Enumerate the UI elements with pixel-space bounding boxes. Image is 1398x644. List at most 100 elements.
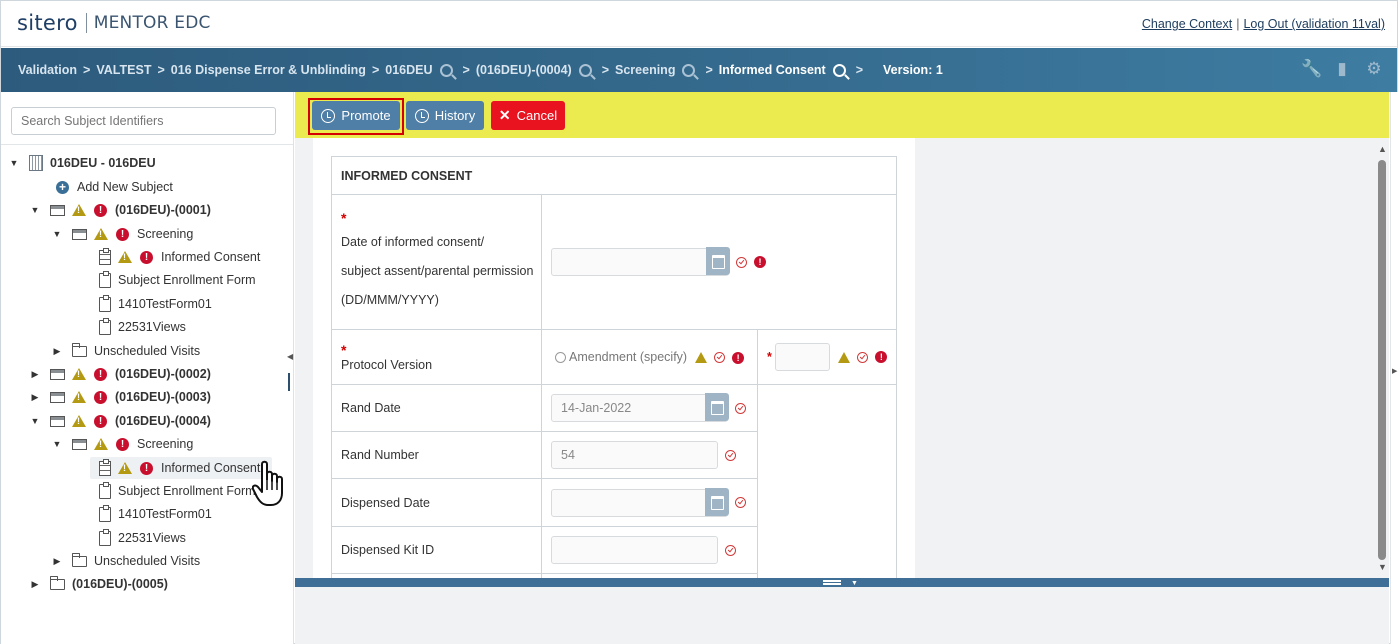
verify-check-icon[interactable] (736, 256, 747, 268)
form-label: 22531Views (118, 320, 186, 334)
wrench-icon[interactable]: 🔧 (1301, 60, 1322, 78)
dispensed-date-input[interactable] (551, 488, 728, 517)
warning-icon[interactable] (838, 351, 851, 363)
tree-subject-0003[interactable]: ▶ ! (016DEU)-(0003) (30, 386, 211, 408)
book-icon[interactable]: ▮ (1333, 60, 1351, 78)
tree-subject-0004[interactable]: ▼ ! (016DEU)-(0004) (30, 410, 211, 432)
tree-root[interactable]: ▼ 016DEU - 016DEU (9, 152, 156, 174)
breadcrumb-separator: > (371, 63, 380, 77)
verify-check-icon[interactable] (725, 544, 736, 556)
expand-arrow-icon[interactable]: ▶ (52, 346, 62, 357)
top-header: sitero MENTOR EDC Change Context | Log Out… (1, 1, 1397, 47)
subject-icon (50, 415, 65, 427)
expand-arrow-icon[interactable]: ▶ (30, 392, 40, 403)
history-button[interactable]: History (406, 101, 484, 130)
breadcrumb-subject[interactable]: (016DEU)-(0004) (476, 63, 572, 77)
tree-form-informed-consent-selected[interactable]: ! Informed Consent (90, 457, 272, 479)
verify-check-icon[interactable] (725, 449, 736, 461)
tree-visit-screening[interactable]: ▼ ! Screening (52, 433, 194, 455)
breadcrumb-site[interactable]: 016DEU (385, 63, 432, 77)
consent-date-input[interactable] (551, 248, 729, 276)
form-toolbar: Promote History ✕ Cancel (295, 92, 1389, 138)
warning-icon (72, 368, 86, 380)
cancel-button[interactable]: ✕ Cancel (491, 101, 565, 130)
right-panel-edge[interactable]: ▶ (1390, 92, 1398, 644)
search-icon[interactable] (682, 63, 696, 77)
expand-arrow-icon[interactable]: ▶ (30, 369, 40, 380)
tree-form-1410[interactable]: 1410TestForm01 (99, 503, 212, 525)
breadcrumb-visit[interactable]: Screening (615, 63, 675, 77)
calendar-icon[interactable] (705, 393, 729, 421)
add-subject-link[interactable]: + Add New Subject (56, 176, 173, 198)
collapse-arrow-icon[interactable]: ▼ (30, 205, 40, 215)
verify-check-icon[interactable] (735, 402, 746, 414)
building-icon (29, 155, 43, 171)
rand-number-input[interactable]: 54 (551, 441, 718, 469)
tree-subject-0002[interactable]: ▶ ! (016DEU)-(0002) (30, 363, 211, 385)
grip-icon[interactable] (823, 580, 841, 582)
collapse-arrow-icon[interactable]: ▼ (9, 158, 19, 168)
error-icon[interactable]: ! (732, 351, 745, 364)
horizontal-splitter[interactable]: ▼ (295, 578, 1389, 587)
subject-label: (016DEU)-(0002) (115, 367, 211, 381)
form-icon (99, 458, 111, 476)
breadcrumb-study[interactable]: 016 Dispense Error & Unblinding (171, 63, 366, 77)
vertical-scrollbar[interactable]: ▲ ▼ (1376, 138, 1389, 578)
breadcrumb-separator: > (462, 63, 470, 77)
scroll-up-icon[interactable]: ▲ (1378, 144, 1387, 154)
error-icon[interactable]: ! (875, 351, 888, 363)
chevron-down-icon[interactable]: ▼ (851, 580, 858, 587)
search-icon[interactable] (578, 63, 592, 77)
version-label: Version: 1 (883, 63, 943, 77)
calendar-icon[interactable] (706, 247, 730, 275)
verify-check-icon[interactable] (857, 351, 869, 363)
collapse-arrow-icon[interactable]: ▼ (52, 229, 62, 239)
warning-icon[interactable] (695, 352, 708, 364)
tree-visit-screening[interactable]: ▼ ! Screening (52, 223, 194, 245)
scroll-down-icon[interactable]: ▼ (1378, 562, 1387, 572)
expand-right-icon[interactable]: ▶ (1392, 367, 1397, 375)
breadcrumb-valtest[interactable]: VALTEST (96, 63, 151, 77)
expand-arrow-icon[interactable]: ▶ (30, 579, 40, 590)
tree-form-enrollment[interactable]: Subject Enrollment Form (99, 269, 256, 291)
tree-form-22531[interactable]: 22531Views (99, 527, 186, 549)
collapse-arrow-icon[interactable]: ▼ (30, 416, 40, 426)
scroll-thumb[interactable] (1378, 160, 1386, 560)
collapse-arrow-icon[interactable]: ▼ (52, 439, 62, 449)
splitter-handle[interactable] (288, 373, 290, 391)
rand-date-input[interactable]: 14-Jan-2022 (551, 394, 728, 422)
tree-form-22531[interactable]: 22531Views (99, 316, 186, 338)
error-icon[interactable]: ! (754, 256, 766, 268)
amendment-radio[interactable] (555, 352, 566, 364)
tree-unscheduled-visits[interactable]: ▶ Unscheduled Visits (52, 340, 200, 362)
logout-link[interactable]: Log Out (validation 11val) (1243, 17, 1385, 31)
form-title: INFORMED CONSENT (331, 156, 897, 195)
amendment-specify-input[interactable] (775, 343, 831, 371)
tree-unscheduled-visits[interactable]: ▶ Unscheduled Visits (52, 550, 200, 572)
tree-subject-0001[interactable]: ▼ ! (016DEU)-(0001) (30, 199, 211, 221)
rand-number-label: Rand Number (331, 431, 542, 479)
breadcrumb-bar: Validation > VALTEST > 016 Dispense Erro… (1, 48, 1397, 92)
search-icon[interactable] (832, 63, 846, 77)
clipboard-icon (99, 317, 111, 335)
breadcrumb-validation[interactable]: Validation (18, 63, 77, 77)
tree-subject-0005[interactable]: ▶ (016DEU)-(0005) (30, 573, 168, 595)
calendar-icon[interactable] (705, 487, 729, 516)
subject-label: (016DEU)-(0005) (72, 577, 168, 591)
tree-form-enrollment[interactable]: Subject Enrollment Form (99, 480, 256, 502)
collapse-sidebar-icon[interactable]: ◀ (287, 352, 293, 361)
expand-arrow-icon[interactable]: ▶ (52, 556, 62, 567)
change-context-link[interactable]: Change Context (1142, 17, 1232, 31)
label-line: (DD/MMM/YYYY) (341, 292, 439, 307)
verify-check-icon[interactable] (714, 352, 726, 364)
search-subject-input[interactable] (11, 107, 276, 135)
tree-form-informed-consent[interactable]: ! Informed Consent (99, 246, 260, 268)
verify-check-icon[interactable] (735, 497, 746, 508)
required-marker: * (341, 342, 347, 358)
tree-form-1410[interactable]: 1410TestForm01 (99, 293, 212, 315)
dispensed-kit-input[interactable] (551, 536, 718, 564)
form-label: 1410TestForm01 (118, 297, 212, 311)
error-icon: ! (94, 414, 107, 428)
search-icon[interactable] (439, 63, 453, 77)
gear-icon[interactable]: ⚙ (1365, 60, 1383, 78)
